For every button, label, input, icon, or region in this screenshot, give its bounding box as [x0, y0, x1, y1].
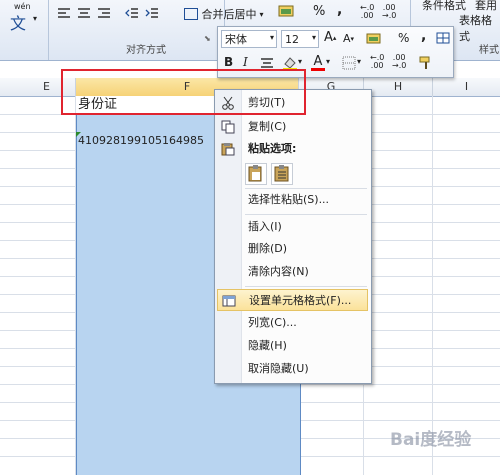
menu-label-delete: 删除(D) — [248, 242, 288, 255]
phonetic-group: wén 文 ▾ — [0, 0, 49, 60]
align-right-icon[interactable] — [96, 5, 112, 21]
watermark: Bai度经验 — [390, 430, 472, 450]
col-header-i[interactable]: I — [433, 78, 500, 97]
menu-item-delete[interactable]: 删除(D) — [215, 238, 371, 260]
merge-center-button[interactable]: 合并后居中 ▾ — [178, 4, 270, 24]
menu-item-unhide[interactable]: 取消隐藏(U) — [215, 358, 371, 380]
comma-button[interactable]: , — [421, 28, 426, 44]
decrease-decimal-icon[interactable]: .00 →.0 — [382, 4, 396, 20]
chevron-down-icon[interactable]: ▾ — [270, 33, 274, 42]
comma-button[interactable]: , — [337, 2, 342, 18]
paste-button[interactable] — [245, 163, 267, 185]
align-center-icon[interactable] — [76, 5, 92, 21]
menu-item-insert[interactable]: 插入(I) — [215, 216, 371, 238]
font-color-icon[interactable]: A — [311, 54, 325, 72]
increase-indent-icon[interactable] — [144, 5, 160, 21]
menu-label-insert: 插入(I) — [248, 220, 282, 233]
align-left-icon[interactable] — [56, 5, 72, 21]
menu-item-paste-special[interactable]: 选择性粘贴(S)... — [215, 189, 371, 211]
copy-icon — [221, 120, 235, 134]
menu-item-format-cells[interactable]: 设置单元格格式(F)... — [217, 289, 368, 311]
increase-decimal-icon[interactable]: ←.0.00 — [360, 4, 374, 20]
menu-label-column-width: 列宽(C)... — [248, 316, 297, 329]
grow-font-icon[interactable]: A ▴ — [324, 30, 336, 45]
chevron-down-icon[interactable]: ▾ — [357, 57, 361, 66]
menu-label-paste-special: 选择性粘贴(S)... — [248, 193, 330, 206]
decrease-decimal-icon[interactable]: .00 →.0 — [392, 54, 406, 70]
style-group-label: 样式 — [479, 45, 499, 56]
corner-header[interactable] — [0, 78, 19, 97]
chevron-down-icon[interactable]: ▾ — [33, 14, 37, 23]
menu-label-copy: 复制(C) — [248, 120, 287, 133]
shrink-font-icon[interactable]: A ▾ — [343, 32, 354, 45]
italic-button[interactable]: I — [243, 55, 248, 69]
context-menu: 剪切(T) 复制(C) 粘贴选项: 选择性粘贴(S)... 插入(I) 删除(D… — [214, 89, 372, 384]
cell-f3[interactable]: 410928199105164985 — [78, 133, 204, 149]
merge-icon — [184, 8, 199, 20]
percent-button[interactable]: % — [313, 4, 325, 19]
menu-separator — [245, 286, 367, 287]
phonetic-button[interactable]: 文 — [10, 10, 26, 34]
borders-icon[interactable] — [342, 56, 356, 70]
paste-values-button[interactable] — [271, 163, 293, 185]
chevron-down-icon[interactable]: ▾ — [326, 57, 330, 66]
menu-label-clear-contents: 清除内容(N) — [248, 265, 309, 278]
menu-item-clear-contents[interactable]: 清除内容(N) — [215, 261, 371, 283]
chevron-down-icon: ▾ — [259, 9, 264, 19]
menu-item-hide[interactable]: 隐藏(H) — [215, 335, 371, 357]
percent-button[interactable]: % — [398, 31, 409, 45]
increase-decimal-icon[interactable]: ←.0.00 — [370, 54, 384, 70]
grid-line — [432, 96, 433, 475]
dialog-launcher-icon[interactable]: ⬊ — [204, 34, 211, 43]
col-header-h[interactable]: H — [364, 78, 433, 97]
alignment-group-label: 对齐方式 — [126, 45, 166, 56]
merge-center-label: 合并后居中 — [201, 8, 257, 21]
accounting-format-icon[interactable] — [277, 3, 297, 21]
format-painter-icon[interactable] — [418, 55, 434, 71]
chevron-down-icon[interactable]: ▾ — [298, 57, 302, 66]
menu-label-unhide: 取消隐藏(U) — [248, 362, 309, 375]
accounting-format-icon[interactable] — [365, 31, 383, 47]
menu-item-column-width[interactable]: 列宽(C)... — [215, 312, 371, 334]
format-cells-icon — [222, 294, 236, 308]
clipboard-icon — [221, 142, 235, 156]
decrease-indent-icon[interactable] — [124, 5, 140, 21]
menu-item-paste-options: 粘贴选项: — [215, 138, 371, 160]
menu-label-paste-options: 粘贴选项: — [248, 142, 297, 155]
menu-label-format-cells: 设置单元格格式(F)... — [249, 294, 352, 307]
annotation-highlight-box — [61, 69, 306, 115]
align-center-icon[interactable] — [260, 57, 274, 69]
menu-separator — [245, 214, 367, 215]
format-painter-grid-icon[interactable] — [436, 32, 450, 44]
menu-item-copy[interactable]: 复制(C) — [215, 116, 371, 138]
font-name-select[interactable]: 宋体 — [221, 30, 277, 48]
table-style-line2[interactable]: 表格格式 — [459, 12, 500, 44]
chevron-down-icon[interactable]: ▾ — [312, 33, 316, 42]
menu-label-hide: 隐藏(H) — [248, 339, 287, 352]
bold-button[interactable]: B — [224, 55, 233, 69]
